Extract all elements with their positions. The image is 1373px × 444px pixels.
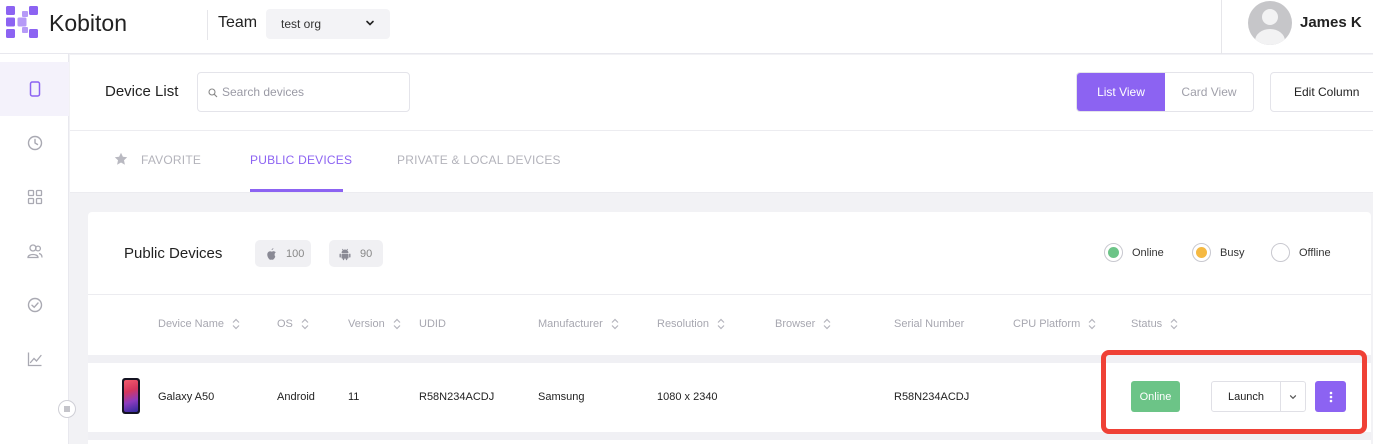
column-header-browser[interactable]: Browser (775, 318, 831, 330)
page-title: Device List (105, 83, 179, 100)
highlight-box (1101, 350, 1367, 434)
search-box[interactable] (197, 72, 410, 112)
busy-radio[interactable] (1192, 243, 1211, 262)
sidebar-item-sessions[interactable] (0, 278, 69, 332)
sidebar-item-team[interactable] (0, 224, 69, 278)
manufacturer-cell: Samsung (538, 391, 585, 403)
chart-line-icon (27, 352, 42, 367)
sort-icon (823, 318, 831, 330)
sidebar-item-history[interactable] (0, 116, 69, 170)
list-view-button[interactable]: List View (1077, 73, 1165, 111)
user-name[interactable]: James K (1300, 14, 1362, 31)
org-select[interactable]: test org (266, 9, 390, 39)
tab-private-local-devices[interactable]: PRIVATE & LOCAL DEVICES (397, 153, 561, 167)
sidebar (0, 54, 76, 444)
android-count-badge: 90 (329, 240, 383, 267)
column-header-cpu-platform[interactable]: CPU Platform (1013, 318, 1096, 330)
legend-label: Busy (1220, 246, 1245, 259)
sort-icon (611, 318, 619, 330)
search-input[interactable] (222, 83, 402, 101)
legend-label: Offline (1299, 246, 1331, 259)
sort-icon (393, 318, 401, 330)
edit-column-button[interactable]: Edit Column (1270, 72, 1373, 112)
column-header-resolution[interactable]: Resolution (657, 318, 725, 330)
view-toggle: List View Card View (1076, 72, 1254, 112)
team-label: Team (218, 14, 258, 31)
legend-online[interactable]: Online (1104, 243, 1164, 262)
menu-icon (64, 406, 70, 412)
chevron-down-icon (366, 20, 374, 26)
brand-name: Kobiton (49, 10, 128, 36)
grid-icon (27, 189, 42, 205)
card-title: Public Devices (124, 245, 223, 262)
users-icon (26, 244, 43, 259)
divider (1221, 0, 1222, 54)
device-thumbnail (122, 378, 140, 414)
divider (88, 294, 1371, 295)
column-header-manufacturer[interactable]: Manufacturer (538, 318, 619, 330)
check-circle-icon (27, 297, 42, 313)
column-header-udid[interactable]: UDID (419, 318, 446, 330)
collapse-sidebar-button[interactable] (58, 400, 76, 418)
column-header-device-name[interactable]: Device Name (158, 318, 240, 330)
legend-busy[interactable]: Busy (1192, 243, 1244, 262)
card-view-button[interactable]: Card View (1165, 73, 1253, 111)
sort-icon (1170, 318, 1178, 330)
udid-cell: R58N234ACDJ (419, 391, 495, 403)
tab-favorite[interactable]: FAVORITE (141, 153, 201, 167)
tab-public-devices[interactable]: PUBLIC DEVICES (250, 153, 352, 167)
column-header-os[interactable]: OS (277, 318, 309, 330)
sidebar-item-apps[interactable] (0, 170, 69, 224)
avatar[interactable] (1248, 1, 1292, 45)
active-tab-indicator (250, 189, 343, 192)
divider (207, 10, 208, 40)
star-icon (114, 152, 128, 165)
ios-count: 100 (286, 247, 305, 260)
apple-icon (267, 247, 276, 260)
clock-icon (27, 135, 42, 151)
sort-icon (1088, 318, 1096, 330)
device-icon (29, 81, 40, 97)
column-header-status[interactable]: Status (1131, 318, 1178, 330)
page-header: Device List List View Card View Edit Col… (70, 55, 1373, 131)
device-name-cell: Galaxy A50 (158, 391, 215, 403)
top-bar: Kobiton Team test org James K (0, 0, 1373, 54)
version-cell: 11 (348, 391, 360, 403)
column-header-serial-number[interactable]: Serial Number (894, 318, 964, 330)
offline-radio[interactable] (1271, 243, 1290, 262)
online-radio[interactable] (1104, 243, 1123, 262)
sort-icon (232, 318, 240, 330)
sort-icon (717, 318, 725, 330)
org-select-value: test org (281, 17, 322, 31)
os-cell: Android (277, 391, 315, 403)
sidebar-item-devices[interactable] (0, 62, 69, 116)
user-avatar-icon (1255, 9, 1285, 45)
android-count: 90 (360, 247, 373, 260)
resolution-cell: 1080 x 2340 (657, 391, 718, 403)
sidebar-item-analytics[interactable] (0, 332, 69, 386)
search-icon (208, 88, 218, 98)
kobiton-logo-icon[interactable] (6, 6, 38, 38)
serial-number-cell: R58N234ACDJ (894, 391, 970, 403)
legend-label: Online (1132, 246, 1164, 259)
android-icon (339, 248, 351, 260)
ios-count-badge: 100 (255, 240, 311, 267)
column-header-version[interactable]: Version (348, 318, 401, 330)
device-tabs: FAVORITE PUBLIC DEVICES PRIVATE & LOCAL … (70, 131, 1373, 193)
legend-offline[interactable]: Offline (1271, 243, 1331, 262)
sort-icon (301, 318, 309, 330)
